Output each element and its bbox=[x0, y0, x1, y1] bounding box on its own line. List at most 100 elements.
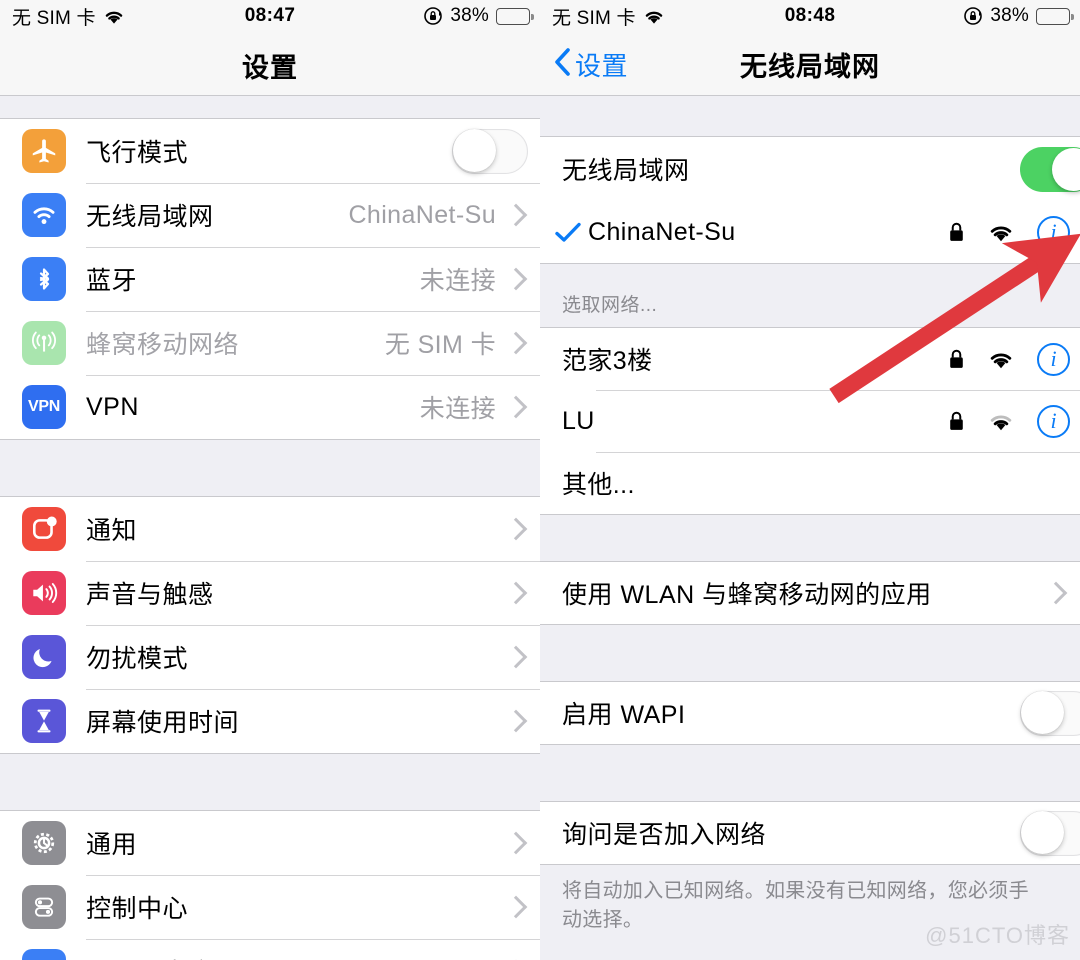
settings-row-bluetooth[interactable]: 蓝牙 未连接 bbox=[0, 247, 540, 311]
cellular-icon bbox=[22, 321, 66, 365]
wifi-toggle[interactable] bbox=[1020, 146, 1080, 192]
settings-row-do-not-disturb[interactable]: 勿扰模式 bbox=[0, 625, 540, 689]
wifi-icon bbox=[22, 193, 66, 237]
settings-row-wifi[interactable]: 无线局域网 ChinaNet-Su bbox=[0, 183, 540, 247]
wifi-row-icons: i bbox=[948, 404, 1080, 438]
settings-row-label: 声音与触感 bbox=[86, 581, 214, 609]
ask-to-join-toggle[interactable] bbox=[1020, 810, 1080, 856]
chevron-right-icon bbox=[504, 581, 528, 605]
wifi-scroll-area[interactable]: 无线局域网 ChinaNet-Su i 选取网络... 范家3楼 i LU i … bbox=[540, 96, 1080, 960]
settings-row-general[interactable]: 通用 bbox=[0, 811, 540, 875]
ask-to-join-label: 询问是否加入网络 bbox=[562, 821, 767, 849]
status-bar-right-group: 38% bbox=[423, 5, 534, 27]
info-button-lu[interactable]: i bbox=[1037, 404, 1070, 438]
settings-row-control-center[interactable]: 控制中心 bbox=[0, 875, 540, 939]
settings-row-label: 显示与亮度 bbox=[86, 953, 214, 960]
notification-icon bbox=[22, 507, 66, 551]
settings-row-value: ChinaNet-Su bbox=[348, 200, 496, 229]
wifi-toggle-label: 无线局域网 bbox=[562, 157, 690, 185]
chevron-right-icon bbox=[504, 517, 528, 541]
row-control bbox=[1044, 581, 1080, 605]
other-network-label: 其他... bbox=[562, 471, 635, 499]
chevron-right-icon bbox=[1044, 581, 1068, 605]
wifi-network-row-other[interactable]: 其他... bbox=[540, 452, 1080, 514]
settings-row-notifications[interactable]: 通知 bbox=[0, 497, 540, 561]
group-gap-4 bbox=[540, 625, 1080, 681]
lock-icon bbox=[948, 410, 965, 432]
page-title: 无线局域网 bbox=[740, 52, 880, 82]
settings-row-value: 无 SIM 卡 bbox=[384, 331, 496, 359]
chevron-right-icon bbox=[504, 331, 528, 355]
wapi-toggle[interactable] bbox=[1020, 690, 1080, 736]
chevron-right-icon bbox=[504, 203, 528, 227]
row-control bbox=[504, 709, 540, 733]
settings-scroll-area[interactable]: 飞行模式 无线局域网 ChinaNet-Su 蓝牙 未连接 蜂窝移动网络 无 S… bbox=[0, 96, 540, 960]
settings-row-screen-time[interactable]: 屏幕使用时间 bbox=[0, 689, 540, 753]
gear-icon bbox=[22, 821, 66, 865]
row-control bbox=[452, 128, 540, 174]
settings-row-display-brightness[interactable]: 显示与亮度 bbox=[0, 939, 540, 960]
control-center-icon bbox=[22, 885, 66, 929]
wifi-signal-icon bbox=[987, 411, 1015, 432]
row-control bbox=[504, 517, 540, 541]
choose-network-header: 选取网络... bbox=[540, 264, 1080, 327]
row-control bbox=[504, 831, 540, 855]
row-control bbox=[1020, 810, 1080, 856]
wlan-cellular-apps-row[interactable]: 使用 WLAN 与蜂窝移动网的应用 bbox=[540, 562, 1080, 624]
settings-row-airplane-mode[interactable]: 飞行模式 bbox=[0, 119, 540, 183]
checkmark-icon bbox=[554, 220, 588, 244]
row-control bbox=[504, 645, 540, 669]
rotation-lock-icon bbox=[963, 6, 983, 26]
moon-icon bbox=[22, 635, 66, 679]
wapi-label: 启用 WAPI bbox=[562, 701, 686, 729]
nav-bar-wifi: 设置 无线局域网 bbox=[540, 32, 1080, 96]
settings-row-label: VPN bbox=[86, 392, 139, 421]
settings-row-label: 控制中心 bbox=[86, 895, 189, 923]
top-gap bbox=[0, 96, 540, 118]
lock-icon bbox=[948, 348, 965, 370]
wifi-network-row-connected[interactable]: ChinaNet-Su i bbox=[540, 201, 1080, 263]
settings-row-label: 蜂窝移动网络 bbox=[86, 331, 240, 359]
chevron-right-icon bbox=[504, 709, 528, 733]
wifi-row-icons: i bbox=[948, 342, 1080, 376]
row-control bbox=[1020, 146, 1080, 192]
battery-icon bbox=[1036, 7, 1074, 25]
info-button-chinanet-su[interactable]: i bbox=[1037, 215, 1070, 249]
chevron-right-icon bbox=[504, 267, 528, 291]
vpn-icon-label: VPN bbox=[28, 398, 60, 415]
wifi-ssid-label: LU bbox=[562, 406, 595, 435]
chevron-right-icon bbox=[504, 895, 528, 919]
settings-row-sounds[interactable]: 声音与触感 bbox=[0, 561, 540, 625]
ask-to-join-row[interactable]: 询问是否加入网络 bbox=[540, 802, 1080, 864]
wifi-toggle-row[interactable]: 无线局域网 bbox=[540, 137, 1080, 201]
row-control: 未连接 bbox=[420, 261, 540, 297]
sound-icon bbox=[22, 571, 66, 615]
watermark-label: @51CTO博客 bbox=[925, 923, 1070, 948]
status-bar-right: 无 SIM 卡 08:48 38% bbox=[540, 0, 1080, 32]
bluetooth-icon bbox=[22, 257, 66, 301]
wifi-network-row[interactable]: LU i bbox=[540, 390, 1080, 452]
settings-row-label: 蓝牙 bbox=[86, 267, 138, 295]
top-gap bbox=[540, 96, 1080, 136]
battery-icon bbox=[496, 7, 534, 25]
wlan-cellular-apps-label: 使用 WLAN 与蜂窝移动网的应用 bbox=[562, 581, 932, 609]
airplane-icon bbox=[22, 129, 66, 173]
rotation-lock-icon bbox=[423, 6, 443, 26]
settings-row-cellular[interactable]: 蜂窝移动网络 无 SIM 卡 bbox=[0, 311, 540, 375]
settings-row-vpn[interactable]: VPN VPN 未连接 bbox=[0, 375, 540, 439]
wifi-row-icons: i bbox=[948, 215, 1080, 249]
wapi-row[interactable]: 启用 WAPI bbox=[540, 682, 1080, 744]
ask-join-group: 询问是否加入网络 bbox=[540, 801, 1080, 865]
status-bar-left: 无 SIM 卡 08:47 38% bbox=[0, 0, 540, 32]
status-bar-right-group: 38% bbox=[963, 5, 1074, 27]
airplane-mode-toggle[interactable] bbox=[452, 128, 528, 174]
wifi-network-row[interactable]: 范家3楼 i bbox=[540, 328, 1080, 390]
chevron-right-icon bbox=[504, 831, 528, 855]
lock-icon bbox=[948, 221, 965, 243]
wifi-main-group: 无线局域网 ChinaNet-Su i bbox=[540, 136, 1080, 264]
info-button-fanjia3lou[interactable]: i bbox=[1037, 342, 1070, 376]
wifi-panel: 无 SIM 卡 08:48 38% 设置 无线局域网 无线局域网 ChinaNe… bbox=[540, 0, 1080, 960]
page-title: 设置 bbox=[242, 53, 298, 83]
settings-row-label: 通知 bbox=[86, 517, 138, 545]
brightness-icon bbox=[22, 949, 66, 960]
